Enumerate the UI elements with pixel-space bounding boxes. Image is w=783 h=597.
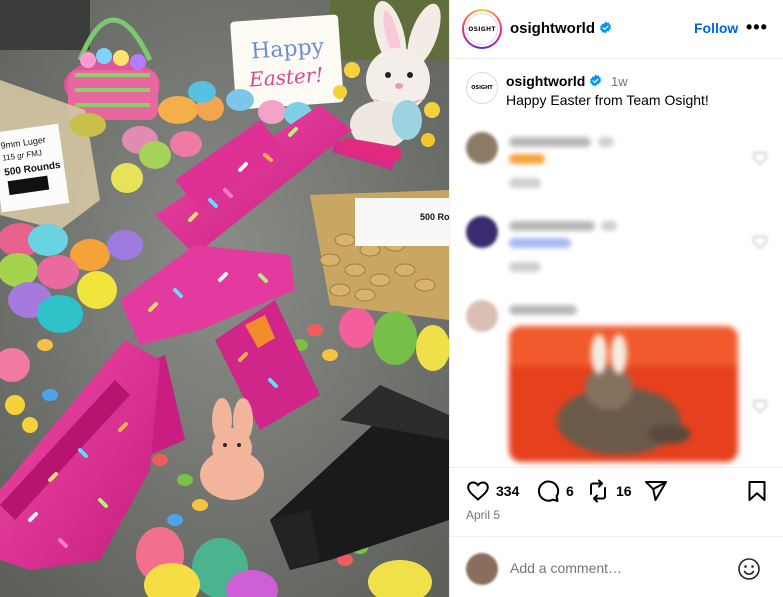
like-count[interactable]: 334: [496, 483, 519, 499]
caption-text: Happy Easter from Team Osight!: [506, 92, 709, 108]
blurred-username: [509, 305, 577, 315]
caption-timestamp[interactable]: 1w: [611, 74, 628, 89]
blurred-username: [509, 137, 591, 147]
more-options-icon[interactable]: •••: [746, 17, 768, 38]
blurred-reply-link: [509, 262, 541, 272]
commenter-avatar[interactable]: [466, 300, 498, 332]
profile-avatar[interactable]: OSIGHT: [462, 9, 502, 49]
follow-button[interactable]: Follow: [694, 20, 738, 36]
blurred-comment: [509, 238, 571, 248]
commenter-avatar[interactable]: [466, 132, 498, 164]
repost-icon[interactable]: [586, 479, 610, 503]
header-username[interactable]: osightworld: [510, 20, 612, 37]
like-comment-icon[interactable]: [752, 150, 768, 166]
verified-badge-icon: [590, 74, 602, 87]
post-image[interactable]: Happy Easter! 9mm Luger 115 gr FMJ 500 R…: [0, 0, 449, 597]
share-icon[interactable]: [644, 479, 668, 503]
save-action[interactable]: [745, 479, 769, 503]
post-date[interactable]: April 5: [466, 508, 500, 522]
comment-count[interactable]: 6: [566, 483, 574, 499]
comment-image[interactable]: [509, 326, 738, 462]
caption-username[interactable]: osightworld: [506, 73, 602, 89]
current-user-avatar: [466, 553, 498, 585]
add-comment-bar: [450, 536, 783, 597]
easter-scene-illustration: Happy Easter! 9mm Luger 115 gr FMJ 500 R…: [0, 0, 449, 597]
cat-photo-illustration: [509, 326, 738, 462]
blurred-reply-link: [509, 178, 541, 188]
share-action[interactable]: [644, 479, 668, 503]
comment-icon[interactable]: [536, 479, 560, 503]
bookmark-icon[interactable]: [745, 479, 769, 503]
like-action[interactable]: 334: [466, 479, 519, 503]
commenter-avatar[interactable]: [466, 216, 498, 248]
verified-badge-icon: [600, 21, 611, 34]
comment-action[interactable]: 6: [536, 479, 574, 503]
blurred-timestamp: [601, 221, 617, 231]
post-header: OSIGHT osightworld Follow •••: [450, 0, 783, 59]
osight-logo: OSIGHT: [466, 13, 498, 45]
blurred-comment: [509, 154, 545, 164]
like-comment-icon[interactable]: [752, 398, 768, 414]
emoji-icon[interactable]: [737, 557, 761, 581]
caption-avatar[interactable]: OSIGHT: [466, 72, 498, 104]
repost-count[interactable]: 16: [616, 483, 632, 499]
ammo-bag: 500 Ro: [310, 190, 449, 320]
svg-text:Happy: Happy: [250, 34, 325, 64]
blurred-timestamp: [598, 137, 614, 147]
blurred-username: [509, 221, 595, 231]
heart-icon[interactable]: [466, 479, 490, 503]
like-comment-icon[interactable]: [752, 234, 768, 250]
post-side-panel: OSIGHT osightworld Follow ••• OSIGHT osi…: [449, 0, 783, 597]
repost-action[interactable]: 16: [586, 479, 632, 503]
add-comment-input[interactable]: [510, 560, 730, 576]
svg-text:500 Ro: 500 Ro: [420, 212, 449, 222]
